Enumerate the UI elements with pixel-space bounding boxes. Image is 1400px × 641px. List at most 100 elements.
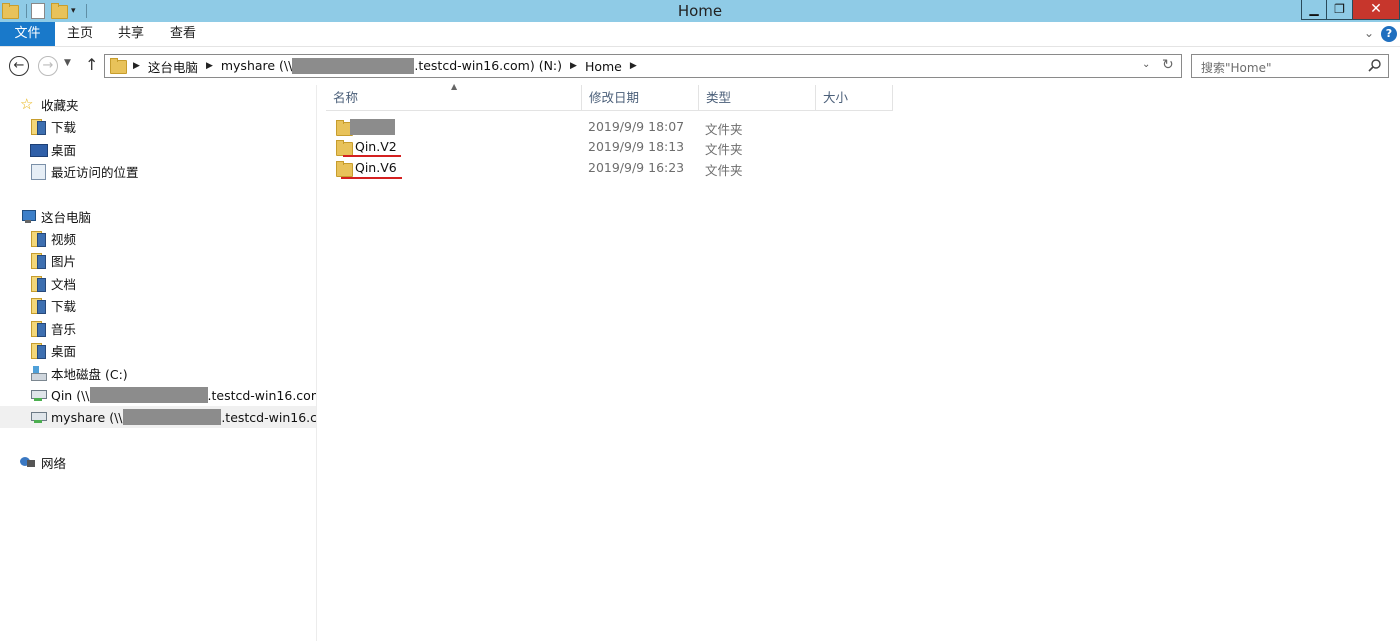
nav-label: 桌面: [51, 142, 77, 158]
file-row[interactable]: 2019/9/9 18:07 文件夹: [326, 117, 893, 137]
breadcrumb-arrow-icon[interactable]: ▶: [570, 61, 577, 71]
minimize-icon: ▁: [1309, 2, 1319, 16]
quick-access-toolbar: ▾: [0, 2, 91, 20]
desktop-icon: [30, 141, 48, 157]
nav-network[interactable]: 网络: [20, 451, 66, 473]
nav-favorites-downloads[interactable]: 下载: [30, 115, 76, 137]
file-date: 2019/9/9 16:23: [588, 160, 685, 175]
refresh-icon[interactable]: ↻: [1162, 57, 1174, 73]
nav-label: 网络: [41, 455, 67, 471]
breadcrumb-arrow-icon[interactable]: ▶: [630, 61, 637, 71]
nav-label: 视频: [51, 231, 77, 247]
address-dropdown-icon[interactable]: ⌄: [1142, 59, 1150, 70]
nav-music[interactable]: 音乐: [30, 317, 76, 339]
customize-toolbar-icon[interactable]: ▾: [71, 6, 76, 16]
nav-favorites[interactable]: ☆ 收藏夹: [20, 93, 79, 115]
column-header-type[interactable]: 类型: [699, 85, 816, 111]
breadcrumb-myshare[interactable]: myshare (\\ .testcd-win16.com) (N:): [221, 58, 562, 75]
annotation-underline: [341, 177, 402, 179]
toolbar-divider: [85, 4, 87, 18]
search-icon[interactable]: [1368, 58, 1382, 72]
downloads-icon: [30, 118, 46, 135]
recent-places-icon: [30, 163, 46, 180]
folder-icon: [336, 120, 353, 136]
file-type: 文件夹: [705, 122, 743, 137]
nav-label: 文档: [51, 276, 77, 292]
nav-label: 这台电脑: [41, 209, 92, 225]
file-row[interactable]: Qin.V2 2019/9/9 18:13 文件夹: [326, 137, 893, 157]
network-icon: [20, 454, 36, 470]
redacted-host: [89, 387, 208, 403]
network-drive-icon: [30, 387, 47, 403]
back-button[interactable]: ←: [9, 56, 29, 76]
file-type: 文件夹: [705, 142, 743, 157]
breadcrumb-this-pc[interactable]: 这台电脑: [148, 57, 198, 76]
tab-view[interactable]: 查看: [163, 22, 203, 46]
videos-icon: [30, 230, 46, 247]
breadcrumb-arrow-icon[interactable]: ▶: [206, 61, 213, 71]
nav-label: 本地磁盘 (C:): [51, 366, 128, 382]
minimize-button[interactable]: ▁: [1301, 0, 1327, 20]
drive-name-suffix: .testcd-win16.c: [221, 409, 317, 425]
forward-button[interactable]: →: [38, 56, 58, 76]
nav-local-disk[interactable]: 本地磁盘 (C:): [30, 362, 128, 384]
up-button[interactable]: ↑: [85, 55, 98, 74]
file-row[interactable]: Qin.V6 2019/9/9 16:23 文件夹: [326, 158, 893, 178]
star-icon: ☆: [20, 95, 34, 113]
nav-videos[interactable]: 视频: [30, 227, 76, 249]
nav-desktop[interactable]: 桌面: [30, 339, 76, 361]
nav-label: 收藏夹: [41, 97, 79, 113]
tab-home[interactable]: 主页: [60, 22, 100, 46]
tab-share[interactable]: 共享: [113, 22, 149, 46]
close-button[interactable]: ✕: [1353, 0, 1400, 20]
search-input[interactable]: 搜索"Home": [1191, 54, 1389, 78]
desktop-icon: [30, 342, 46, 359]
redacted-host: [122, 409, 222, 425]
nav-favorites-desktop[interactable]: 桌面: [30, 138, 76, 160]
breadcrumb-home[interactable]: Home: [585, 59, 622, 74]
nav-documents[interactable]: 文档: [30, 272, 76, 294]
drive-name-prefix: myshare (\\: [220, 57, 293, 73]
restore-icon: ❐: [1334, 2, 1345, 16]
nav-label: 音乐: [51, 321, 77, 337]
navigation-bar: ← → ▼ ↑ ▶ 这台电脑 ▶ myshare (\\ .testcd-win1…: [0, 47, 1400, 85]
nav-downloads[interactable]: 下载: [30, 294, 76, 316]
folder-icon: [336, 161, 353, 177]
new-folder-icon[interactable]: [51, 3, 68, 19]
recent-locations-icon[interactable]: ▼: [64, 58, 71, 68]
nav-myshare-drive[interactable]: myshare (\\ .testcd-win16.c: [0, 406, 317, 428]
file-date: 2019/9/9 18:13: [588, 139, 685, 154]
help-icon[interactable]: ?: [1381, 26, 1397, 42]
drive-name-prefix: Qin (\\: [51, 387, 90, 403]
restore-button[interactable]: ❐: [1327, 0, 1353, 20]
navigation-pane: ☆ 收藏夹 下载 桌面 最近访问的位置 这台电脑 视频 图片 文档 下载 音乐 …: [0, 85, 317, 641]
nav-qin-drive[interactable]: Qin (\\ .testcd-win16.com\r: [30, 384, 316, 406]
local-disk-icon: [30, 365, 47, 381]
column-header-size[interactable]: 大小: [816, 85, 893, 111]
music-icon: [30, 320, 46, 337]
properties-icon[interactable]: [31, 3, 45, 19]
column-header-name[interactable]: 名称: [326, 85, 582, 111]
folder-icon: [2, 3, 19, 19]
computer-icon: [20, 208, 36, 224]
breadcrumb-arrow-icon[interactable]: ▶: [133, 61, 140, 71]
redacted-filename: [350, 119, 395, 135]
column-header-date[interactable]: 修改日期: [582, 85, 699, 111]
drive-name-suffix: .testcd-win16.com\r: [207, 387, 316, 403]
file-type: 文件夹: [705, 163, 743, 178]
search-placeholder: 搜索"Home": [1201, 61, 1272, 75]
file-date: 2019/9/9 18:07: [588, 119, 685, 134]
tab-file[interactable]: 文件: [0, 22, 55, 46]
chevron-down-icon[interactable]: ⌄: [1364, 26, 1374, 40]
breadcrumb: ▶ 这台电脑 ▶ myshare (\\ .testcd-win16.com) (…: [131, 55, 645, 77]
address-bar[interactable]: ▶ 这台电脑 ▶ myshare (\\ .testcd-win16.com) (…: [104, 54, 1182, 78]
nav-pictures[interactable]: 图片: [30, 249, 76, 271]
redacted-host: [292, 58, 415, 75]
nav-label: 图片: [51, 253, 77, 269]
network-drive-icon: [30, 409, 47, 425]
file-name: Qin.V2: [355, 139, 397, 154]
nav-this-pc[interactable]: 这台电脑: [20, 205, 91, 227]
nav-favorites-recent[interactable]: 最近访问的位置: [30, 160, 139, 182]
pictures-icon: [30, 252, 46, 269]
file-name: Qin.V6: [355, 160, 397, 175]
